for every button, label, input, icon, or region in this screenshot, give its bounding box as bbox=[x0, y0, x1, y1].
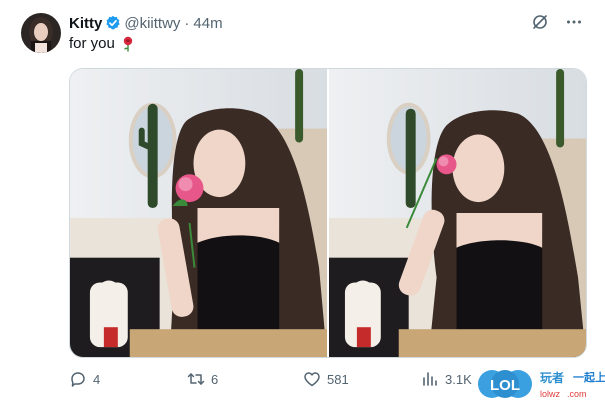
tweet-text-content: for you bbox=[69, 35, 115, 52]
media-grid bbox=[69, 68, 587, 358]
svg-text:玩者: 玩者 bbox=[540, 370, 564, 385]
separator-dot: · bbox=[184, 14, 190, 32]
views-button[interactable]: 3.1K bbox=[421, 370, 472, 388]
reply-count: 4 bbox=[93, 371, 101, 387]
svg-text:LOL: LOL bbox=[490, 377, 520, 394]
watermark-logo: LOL 玩者 一起上 lolwz .com bbox=[474, 364, 605, 405]
svg-text:.com: .com bbox=[567, 389, 587, 399]
retweet-count: 6 bbox=[211, 371, 219, 387]
timestamp[interactable]: 44m bbox=[193, 15, 222, 32]
verified-icon bbox=[105, 15, 121, 31]
tweet-header: Kitty @kiittwy · 44m bbox=[69, 13, 223, 33]
display-name[interactable]: Kitty bbox=[69, 15, 102, 32]
svg-text:lolwz: lolwz bbox=[540, 389, 561, 399]
rose-icon bbox=[121, 36, 135, 52]
like-button[interactable]: 581 bbox=[303, 370, 349, 388]
retweet-icon bbox=[187, 370, 205, 388]
top-actions bbox=[531, 13, 583, 31]
like-count: 581 bbox=[327, 371, 349, 387]
grok-icon[interactable] bbox=[531, 13, 549, 31]
reply-button[interactable]: 4 bbox=[69, 370, 100, 388]
svg-text:一起上: 一起上 bbox=[573, 370, 605, 384]
tweet-text: for you bbox=[69, 35, 135, 52]
reply-icon bbox=[69, 370, 87, 388]
photo-2[interactable] bbox=[329, 69, 586, 357]
photo-1[interactable] bbox=[70, 69, 327, 357]
views-count: 3.1K bbox=[445, 371, 472, 387]
avatar[interactable] bbox=[21, 13, 61, 53]
retweet-button[interactable]: 6 bbox=[187, 370, 218, 388]
like-icon bbox=[303, 370, 321, 388]
tweet[interactable]: Kitty @kiittwy · 44m for you 4 6 581 3.1… bbox=[0, 0, 605, 405]
user-handle[interactable]: @kiittwy bbox=[124, 15, 180, 32]
more-icon[interactable] bbox=[565, 13, 583, 31]
views-icon bbox=[421, 370, 439, 388]
